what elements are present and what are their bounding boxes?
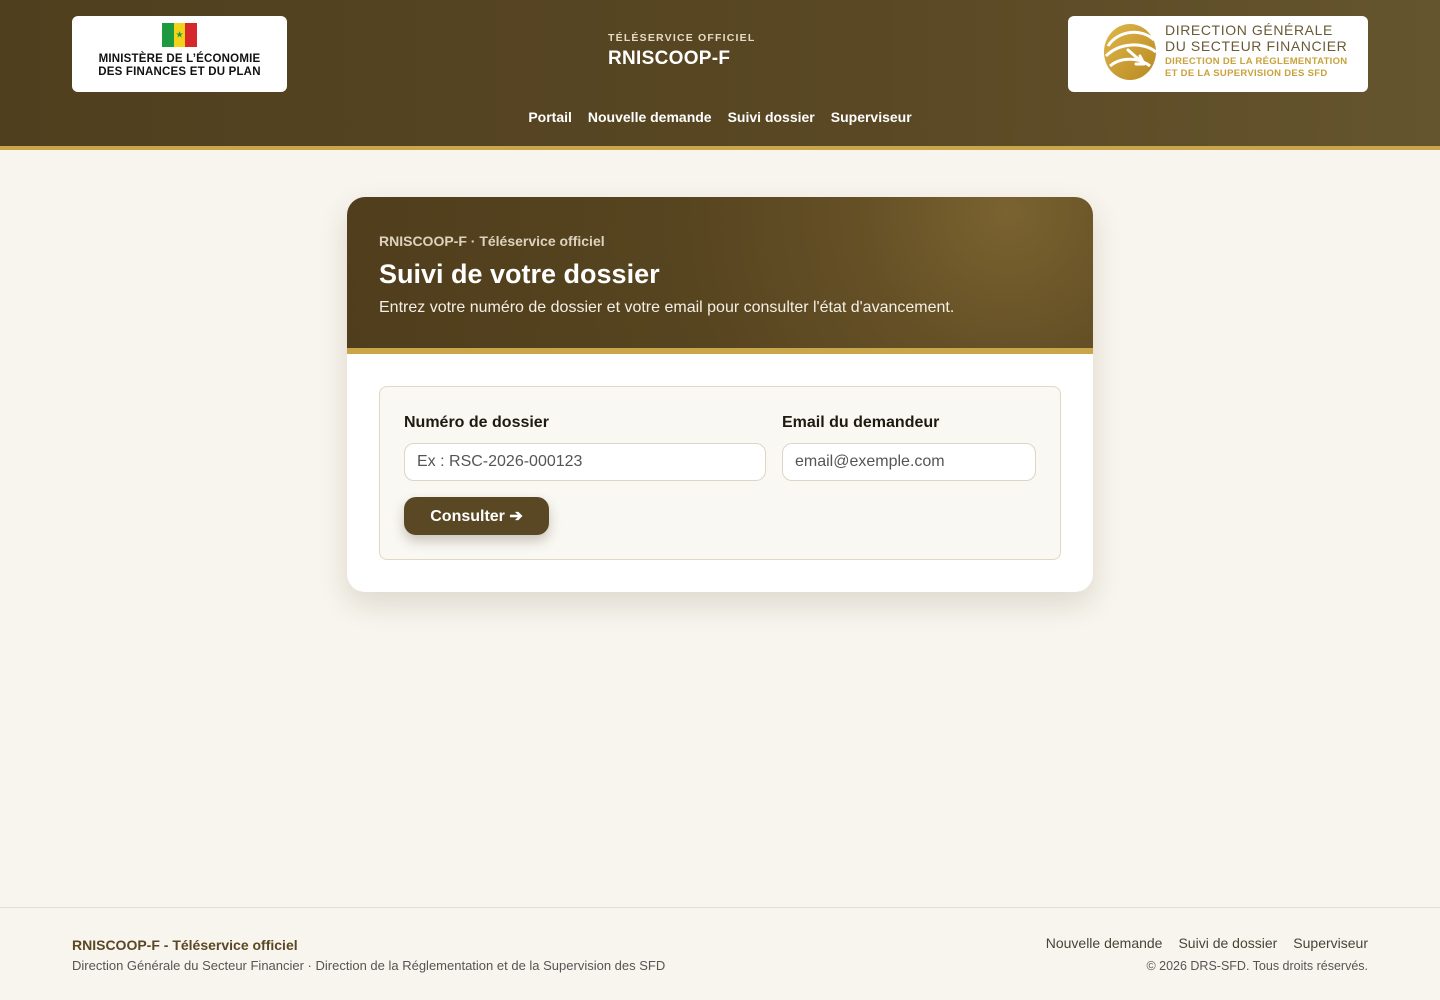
footer-link-nouvelle-demande[interactable]: Nouvelle demande [1046,935,1163,951]
footer-title: RNISCOOP-F - Téléservice officiel [72,937,298,953]
nav-item-nouvelle-demande[interactable]: Nouvelle demande [588,109,712,125]
dgsf-logo[interactable]: DIRECTION GÉNÉRALE DU SECTEUR FINANCIER … [1068,16,1368,92]
page-title: Suivi de votre dossier [379,259,660,289]
consult-button[interactable]: Consulter ➔ [404,497,549,535]
ministry-name: MINISTÈRE DE L’ÉCONOMIE DES FINANCES ET … [98,53,261,78]
card-kicker: RNISCOOP-F · Téléservice officiel [379,233,605,249]
page-subtitle: Entrez votre numéro de dossier et votre … [379,299,955,316]
dgsf-name: DIRECTION GÉNÉRALE DU SECTEUR FINANCIER … [1165,22,1348,79]
footer-subtitle: Direction Générale du Secteur Financier … [72,958,666,973]
nav-item-portail[interactable]: Portail [528,109,572,125]
brand-kicker: TÉLÉSERVICE OFFICIEL [608,32,756,44]
email-input[interactable] [782,443,1036,481]
senegal-flag-icon: ★ [162,23,198,47]
tracking-card: RNISCOOP-F · Téléservice officiel Suivi … [347,197,1093,592]
ministry-logo[interactable]: ★ MINISTÈRE DE L’ÉCONOMIE DES FINANCES E… [72,16,287,92]
tracking-form: Numéro de dossier Email du demandeur Con… [379,386,1061,560]
card-header: RNISCOOP-F · Téléservice officiel Suivi … [347,197,1093,354]
dossier-number-input[interactable] [404,443,766,481]
nav-item-suivi-dossier[interactable]: Suivi dossier [728,109,815,125]
dgsf-logo-icon [1104,24,1157,80]
footer-links: Nouvelle demande Suivi de dossier Superv… [1046,935,1368,951]
footer-copyright: © 2026 DRS-SFD. Tous droits réservés. [1146,959,1368,973]
site-header: ★ MINISTÈRE DE L’ÉCONOMIE DES FINANCES E… [0,0,1440,150]
site-footer: RNISCOOP-F - Téléservice officiel Direct… [0,907,1440,1000]
footer-link-suivi-dossier[interactable]: Suivi de dossier [1178,935,1277,951]
brand-name[interactable]: RNISCOOP-F [608,48,730,70]
main-nav: Portail Nouvelle demande Suivi dossier S… [0,109,1440,125]
dossier-number-label: Numéro de dossier [404,414,549,431]
footer-link-superviseur[interactable]: Superviseur [1293,935,1368,951]
email-label: Email du demandeur [782,414,940,431]
nav-item-superviseur[interactable]: Superviseur [831,109,912,125]
